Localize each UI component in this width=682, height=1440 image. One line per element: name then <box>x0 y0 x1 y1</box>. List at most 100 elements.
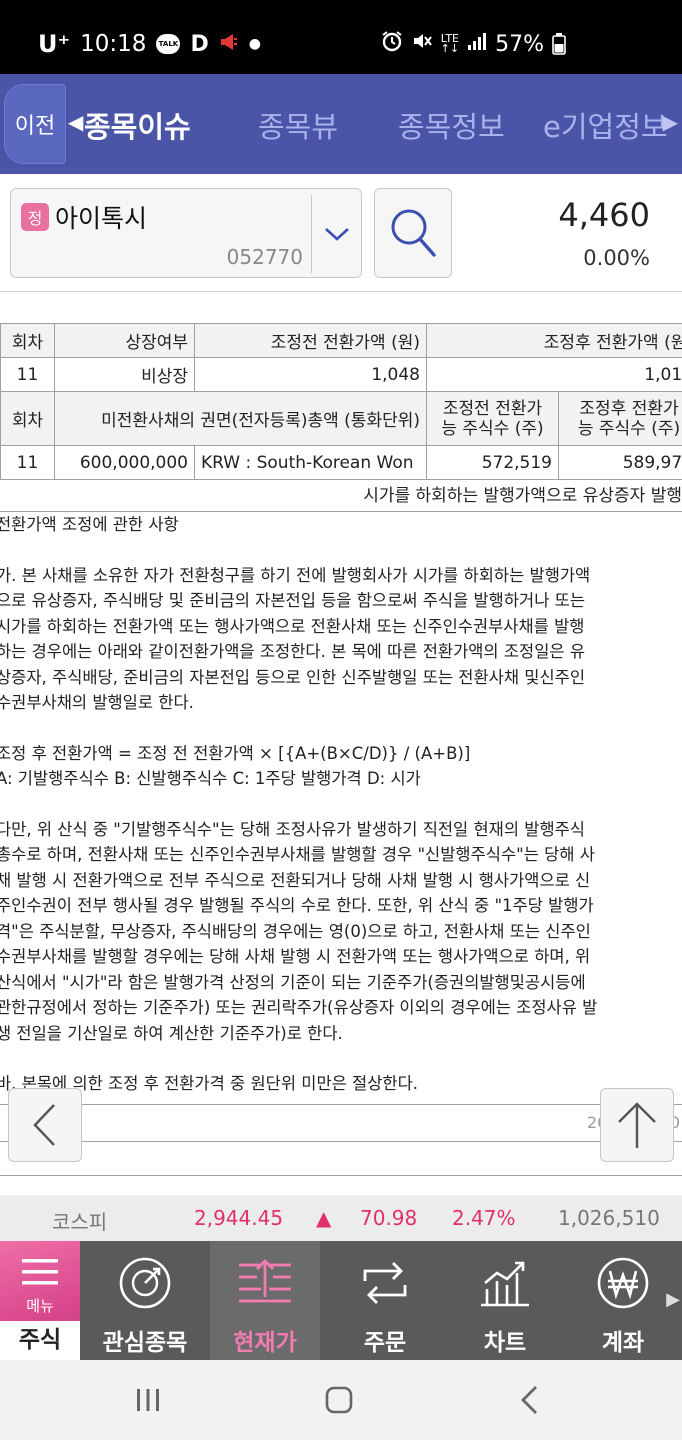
table-header-cell: 조정후 전환가액 (원) <box>426 323 682 358</box>
index-name: 코스피 <box>52 1210 108 1234</box>
carrier-label: U⁺ <box>38 30 71 58</box>
previous-button[interactable] <box>8 1088 82 1162</box>
menu-label: 메뉴 <box>26 1297 54 1315</box>
menu-item-label: 관심종목 <box>102 1330 188 1356</box>
search-button[interactable] <box>374 188 452 278</box>
status-right: LTE ↑↓ 57% <box>381 30 544 58</box>
menu-item-label: 주문 <box>363 1330 407 1356</box>
status-left: U⁺ 10:18 TALK D ● <box>38 30 261 58</box>
up-arrow-icon: ▲ <box>316 1206 332 1230</box>
tab-stock-issue[interactable]: 종목이슈 <box>84 104 191 146</box>
menu-more-arrow-icon[interactable]: ▶ <box>666 1289 680 1310</box>
header-line: 조정전 전환가 <box>442 398 543 419</box>
table-header-row: 회차 미전환사채의 권면(전자등록)총액 (통화단위) 조정전 전환가 능 주식수… <box>0 391 682 446</box>
app-root: U⁺ 10:18 TALK D ● LTE ↑↓ 57% 이전 ◀ 종목이슈 종… <box>0 0 682 1440</box>
clock: 10:18 <box>80 31 147 57</box>
menu-item-chart[interactable]: 차트 <box>450 1241 560 1360</box>
signal-icon <box>467 31 487 57</box>
home-icon <box>325 1386 353 1414</box>
battery-icon <box>552 33 566 59</box>
menu-item-order[interactable]: 주문 <box>330 1241 440 1360</box>
divider <box>0 1175 682 1176</box>
scroll-to-top-button[interactable] <box>600 1088 674 1162</box>
table-cell: 비상장 <box>54 357 195 392</box>
home-button[interactable] <box>324 1385 354 1419</box>
menu-item-account[interactable]: 계좌 <box>568 1241 678 1360</box>
menu-item-current-price[interactable]: 현재가 <box>210 1241 320 1360</box>
current-price-icon <box>210 1255 320 1311</box>
header-line: 능 주식수 (주) <box>441 418 544 439</box>
megaphone-icon <box>219 32 239 56</box>
index-change-percent: 2.47% <box>452 1206 516 1230</box>
stock-category-label: 주식 <box>0 1321 80 1360</box>
stock-name: 아이톡시 <box>55 204 148 233</box>
table-cell: 589,970 <box>558 445 682 480</box>
formula: 조정 후 전환가액 = 조정 전 전환가액 × [{A+(B×C/D)} / (… <box>0 743 471 763</box>
header-line: 능 주식수 (주) <box>577 418 681 439</box>
table-header-cell: 조정전 전환가 능 주식수 (주) <box>426 391 559 446</box>
tab-stock-view[interactable]: 종목뷰 <box>258 104 338 146</box>
scroll-right-arrow-icon[interactable]: ▶ <box>663 110 678 134</box>
menu-item-watchlist[interactable]: 관심종목 <box>90 1241 200 1360</box>
tab-e-company-info[interactable]: e기업정보 <box>543 104 668 146</box>
hamburger-icon <box>22 1259 58 1285</box>
table-header-cell: 조정전 전환가액 (원) <box>194 323 427 358</box>
status-bar: U⁺ 10:18 TALK D ● LTE ↑↓ 57% <box>0 0 682 74</box>
tab-stock-info[interactable]: 종목정보 <box>398 104 505 146</box>
chevron-left-icon <box>33 1104 55 1146</box>
lte-icon: LTE ↑↓ <box>440 32 460 55</box>
disclosure-body: 전환가액 조정에 관한 사항 가. 본 사채를 소유한 자가 전환청구를 하기 … <box>0 512 682 1097</box>
table-cell: 11 <box>0 357 55 392</box>
kakaotalk-icon: TALK <box>156 34 181 54</box>
table-header-row: 회차 상장여부 조정전 전환가액 (원) 조정후 전환가액 (원) <box>0 323 682 358</box>
stock-selector[interactable]: 정 아이톡시 052770 <box>10 188 362 278</box>
arrow-up-icon <box>618 1102 656 1148</box>
date-row: 2020-12-30 <box>0 1104 682 1142</box>
table-header-cell: 회차 <box>0 391 55 446</box>
chart-icon <box>450 1255 560 1311</box>
watchlist-icon <box>90 1255 200 1311</box>
chevron-down-icon <box>324 228 349 241</box>
top-navigation: 이전 ◀ 종목이슈 종목뷰 종목정보 e기업정보 ▶ <box>0 74 682 174</box>
current-price: 4,460 <box>558 196 650 234</box>
scroll-left-arrow-icon[interactable]: ◀ <box>68 110 83 134</box>
system-back-button[interactable] <box>516 1384 542 1420</box>
recent-apps-button[interactable] <box>134 1386 162 1418</box>
formula-legend: A: 기발행주식수 B: 신발행주식수 C: 1주당 발행가격 D: 시가 <box>0 769 421 788</box>
menu-button[interactable]: 메뉴 주식 <box>0 1241 80 1360</box>
stock-dropdown-button[interactable] <box>311 195 361 273</box>
back-arrow-icon <box>521 1386 537 1414</box>
conversion-price-table: 회차 상장여부 조정전 전환가액 (원) 조정후 전환가액 (원) 11 비상장… <box>0 323 682 480</box>
back-button[interactable]: 이전 <box>4 84 66 164</box>
table-cell: 1,048 <box>194 357 427 392</box>
paragraph: 다만, 위 산식 중 "기발행주식수"는 당해 조정사유가 발생하기 직전일 현… <box>0 819 598 1043</box>
section-heading: 전환가액 조정에 관한 사항 <box>0 515 179 534</box>
table-header-cell: 조정후 전환가 능 주식수 (주) <box>558 391 682 446</box>
table-header-cell: 회차 <box>0 323 55 358</box>
more-notifications-dot: ● <box>248 36 261 52</box>
lte-label: LTE <box>440 32 460 45</box>
price-change-percent: 0.00% <box>583 246 650 270</box>
search-icon <box>391 209 436 257</box>
mute-icon <box>411 30 433 58</box>
stock-type-badge: 정 <box>21 203 49 231</box>
menu-item-label: 현재가 <box>233 1330 297 1356</box>
index-value: 2,944.45 <box>194 1206 284 1230</box>
d-app-icon: D <box>190 31 209 57</box>
table-row: 11 600,000,000 KRW : South-Korean Won 57… <box>0 445 682 480</box>
header-line: 조정후 전환가 <box>579 398 679 419</box>
table-cell: KRW : South-Korean Won <box>194 445 427 480</box>
recent-apps-icon <box>137 1389 159 1411</box>
menu-item-label: 계좌 <box>601 1330 645 1356</box>
stock-code: 052770 <box>226 245 303 269</box>
index-change: 70.98 <box>360 1206 418 1230</box>
paragraph: 가. 본 사채를 소유한 자가 전환청구를 하기 전에 발행회사가 시가를 하회… <box>0 565 591 713</box>
table-cell: 1,017 <box>426 357 682 392</box>
account-won-icon <box>568 1255 678 1311</box>
adjustment-reason: 시가를 하회하는 발행가액으로 유상증자 발행 <box>0 482 682 512</box>
table-row: 11 비상장 1,048 1,017 <box>0 357 682 392</box>
order-icon <box>330 1255 440 1311</box>
index-ticker[interactable]: 코스피 2,944.45 ▲ 70.98 2.47% 1,026,510 <box>0 1195 682 1241</box>
battery-percent: 57% <box>495 31 544 57</box>
table-header-cell: 미전환사채의 권면(전자등록)총액 (통화단위) <box>54 391 427 446</box>
